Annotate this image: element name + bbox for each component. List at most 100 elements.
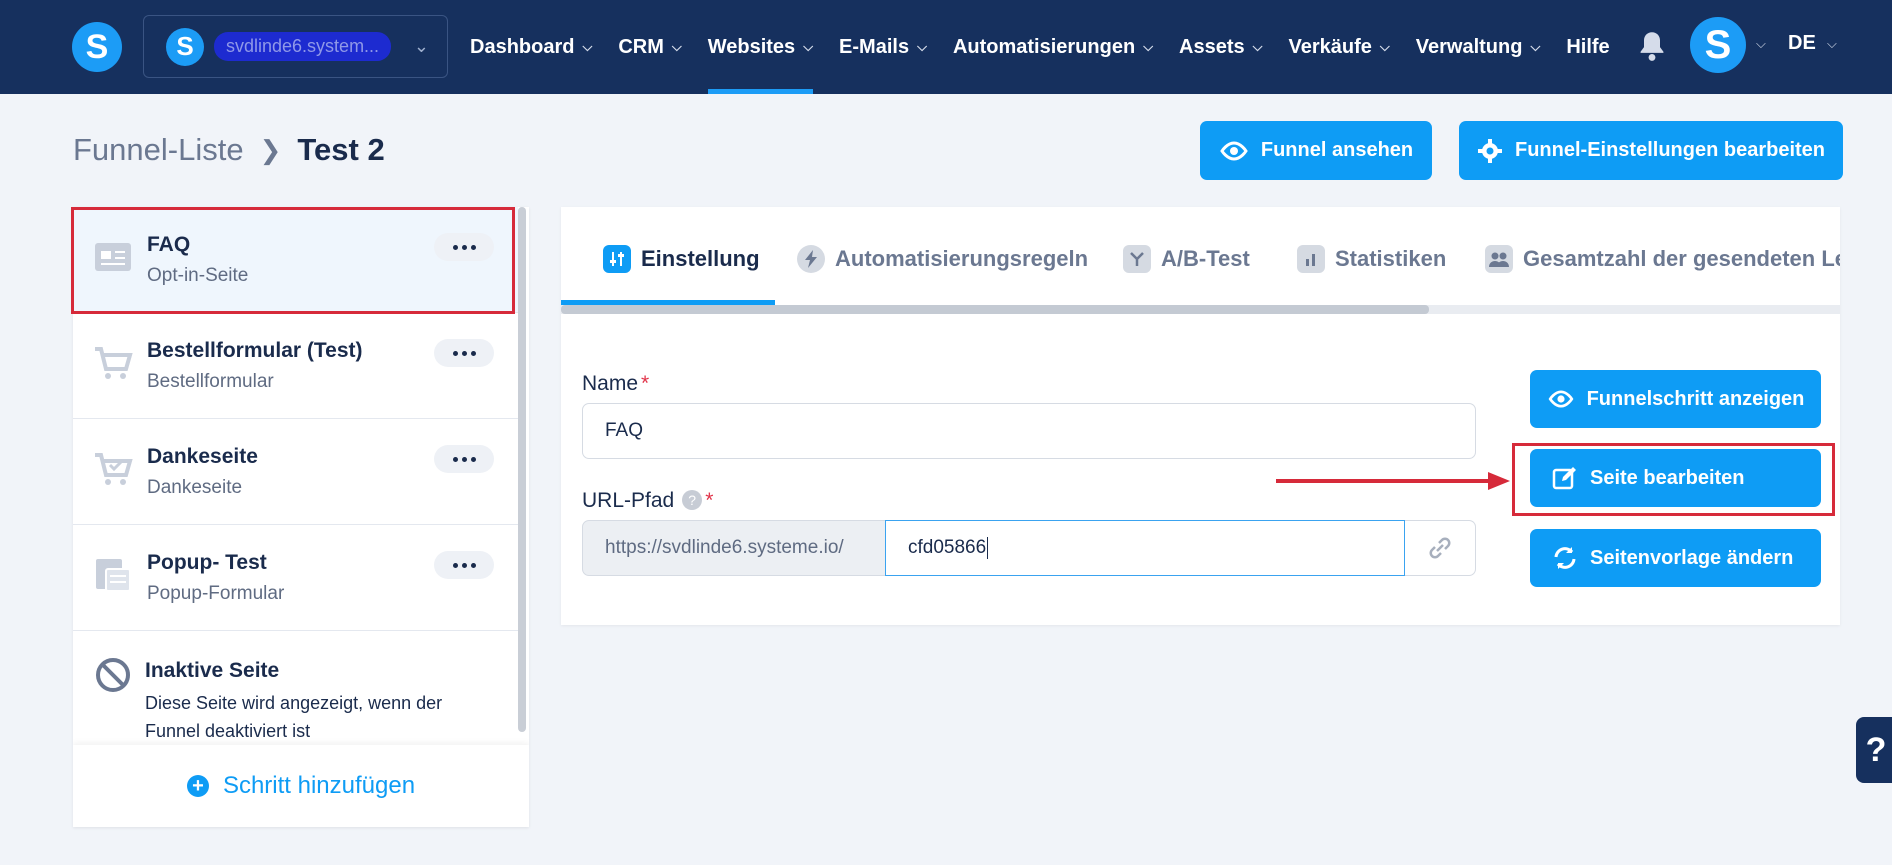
popup-icon <box>96 559 131 592</box>
top-navigation-bar: S S svdlinde6.system... ⌄ Dashboard ⌵ CRM… <box>0 0 1892 94</box>
chevron-down-icon: ⌵ <box>671 39 682 54</box>
view-funnel-label: Funnel ansehen <box>1260 139 1414 161</box>
nav-emails[interactable]: E-Mails ⌵ <box>839 0 927 94</box>
help-widget-button[interactable]: ? <box>1856 717 1892 783</box>
link-icon <box>1429 537 1451 559</box>
change-template-button[interactable]: Seitenvorlage ändern <box>1530 529 1821 587</box>
nav-crm[interactable]: CRM ⌵ <box>618 0 681 94</box>
chevron-down-icon: ⌵ <box>1379 39 1390 54</box>
nav-management[interactable]: Verwaltung ⌵ <box>1416 0 1541 94</box>
gear-icon <box>1477 138 1502 163</box>
cart-icon <box>95 347 133 379</box>
account-logo-icon: S <box>166 27 204 66</box>
tab-label: A/B-Test <box>1161 246 1250 271</box>
inactive-page-description-line2: Funnel deaktiviert ist <box>145 721 311 741</box>
add-step-button[interactable]: + Schritt hinzufügen <box>73 745 529 827</box>
account-name: svdlinde6.system... <box>214 32 392 61</box>
tab-statistics[interactable]: Statistiken <box>1297 245 1446 273</box>
refresh-icon <box>1554 547 1576 569</box>
inactive-page-description-line1: Diese Seite wird angezeigt, wenn der <box>145 693 443 713</box>
step-type: Popup-Formular <box>147 583 285 604</box>
edit-funnel-settings-label: Funnel-Einstellungen bearbeiten <box>1514 139 1826 161</box>
step-item-order-form[interactable]: Bestellformular (Test) Bestellformular <box>73 313 518 419</box>
step-title: Popup- Test <box>147 551 267 574</box>
user-avatar[interactable]: S <box>1690 17 1746 73</box>
step-title: Bestellformular (Test) <box>147 339 363 362</box>
chevron-down-icon[interactable]: ⌵ <box>1827 36 1837 52</box>
more-options-button[interactable] <box>434 551 494 579</box>
help-icon[interactable]: ? <box>682 490 703 510</box>
breadcrumb: Funnel-Liste ❯ Test 2 <box>73 132 385 168</box>
text-cursor <box>987 537 989 559</box>
eye-icon <box>1220 140 1248 161</box>
chevron-down-icon: ⌄ <box>413 36 429 56</box>
cart-check-icon <box>95 453 133 485</box>
tab-label: Automatisierungsregeln <box>835 246 1089 271</box>
add-step-label: Schritt hinzufügen <box>222 772 416 799</box>
split-icon <box>1123 245 1151 273</box>
tab-settings[interactable]: Einstellung <box>603 245 760 273</box>
url-path-label: URL-Pfad? * <box>582 489 714 512</box>
nav-websites[interactable]: Websites ⌵ <box>707 0 814 94</box>
view-funnel-button[interactable]: Funnel ansehen <box>1200 121 1432 180</box>
step-item-thank-you[interactable]: Dankeseite Dankeseite <box>73 419 518 525</box>
chevron-down-icon[interactable]: ⌵ <box>1756 36 1766 52</box>
name-input[interactable]: FAQ <box>582 403 1476 459</box>
show-funnel-step-label: Funnelschritt anzeigen <box>1586 387 1805 410</box>
url-slug-value: cfd05866 <box>908 537 987 558</box>
highlight-box-faq-step <box>71 207 515 314</box>
plus-circle-icon: + <box>186 775 209 797</box>
bell-icon[interactable] <box>1638 30 1666 62</box>
more-options-button[interactable] <box>434 445 494 473</box>
main-nav: Dashboard ⌵ CRM ⌵ Websites ⌵ E-Mails ⌵ Autom… <box>470 0 1636 94</box>
step-type: Bestellformular <box>147 371 274 392</box>
annotation-arrow-line <box>1276 479 1492 483</box>
more-options-button[interactable] <box>434 339 494 367</box>
sliders-icon <box>603 245 631 273</box>
account-selector[interactable]: S svdlinde6.system... ⌄ <box>143 15 448 78</box>
highlight-box-edit-page <box>1512 443 1835 516</box>
prohibited-icon <box>96 658 130 692</box>
breadcrumb-funnel-list[interactable]: Funnel-Liste <box>73 132 244 168</box>
systeme-logo[interactable]: S <box>72 22 122 72</box>
chevron-down-icon: ⌵ <box>1143 39 1154 54</box>
tab-label: Einstellung <box>641 246 760 271</box>
tab-ab-test[interactable]: A/B-Test <box>1123 245 1250 273</box>
chevron-down-icon: ⌵ <box>803 39 814 54</box>
show-funnel-step-button[interactable]: Funnelschritt anzeigen <box>1530 370 1821 428</box>
nav-sales[interactable]: Verkäufe ⌵ <box>1289 0 1390 94</box>
annotation-arrow-head <box>1488 472 1510 490</box>
tab-total-sent-leads[interactable]: Gesamtzahl der gesendeten Le <box>1485 245 1840 273</box>
nav-dashboard[interactable]: Dashboard ⌵ <box>470 0 592 94</box>
url-slug-input[interactable]: cfd05866 <box>885 520 1405 576</box>
tab-automation-rules[interactable]: Automatisierungsregeln <box>797 245 1088 273</box>
step-item-inactive-page[interactable]: Inaktive Seite Diese Seite wird angezeig… <box>73 631 518 749</box>
tab-label: Statistiken <box>1335 246 1447 271</box>
nav-automations[interactable]: Automatisierungen ⌵ <box>953 0 1153 94</box>
lightning-icon <box>797 245 825 273</box>
settings-tabs: Einstellung Automatisierungsregeln A/B-T… <box>561 207 1840 305</box>
step-type: Dankeseite <box>147 477 243 498</box>
tabs-scrollbar[interactable] <box>561 305 1840 314</box>
chevron-right-icon: ❯ <box>259 134 282 165</box>
step-item-popup[interactable]: Popup- Test Popup-Formular <box>73 525 518 631</box>
edit-funnel-settings-button[interactable]: Funnel-Einstellungen bearbeiten <box>1459 121 1843 180</box>
sidebar-scrollbar[interactable] <box>518 207 526 732</box>
chevron-down-icon: ⌵ <box>582 39 593 54</box>
inactive-page-title: Inaktive Seite <box>145 659 280 682</box>
step-title: Dankeseite <box>147 445 258 468</box>
language-selector[interactable]: DE <box>1788 32 1816 55</box>
name-input-value: FAQ <box>605 420 644 441</box>
nav-assets[interactable]: Assets ⌵ <box>1179 0 1262 94</box>
bar-chart-icon <box>1297 245 1325 273</box>
chevron-down-icon: ⌵ <box>1530 39 1541 54</box>
tabs-scrollbar-thumb[interactable] <box>561 305 1429 314</box>
nav-help[interactable]: Hilfe <box>1566 0 1609 94</box>
copy-link-button[interactable] <box>1405 520 1476 576</box>
breadcrumb-current: Test 2 <box>297 132 385 167</box>
chevron-down-icon: ⌵ <box>917 39 927 54</box>
chevron-down-icon: ⌵ <box>1252 39 1263 54</box>
step-settings-panel: Einstellung Automatisierungsregeln A/B-T… <box>561 207 1840 625</box>
name-label: Name * <box>582 372 650 395</box>
url-prefix: https://svdlinde6.systeme.io/ <box>582 520 886 576</box>
